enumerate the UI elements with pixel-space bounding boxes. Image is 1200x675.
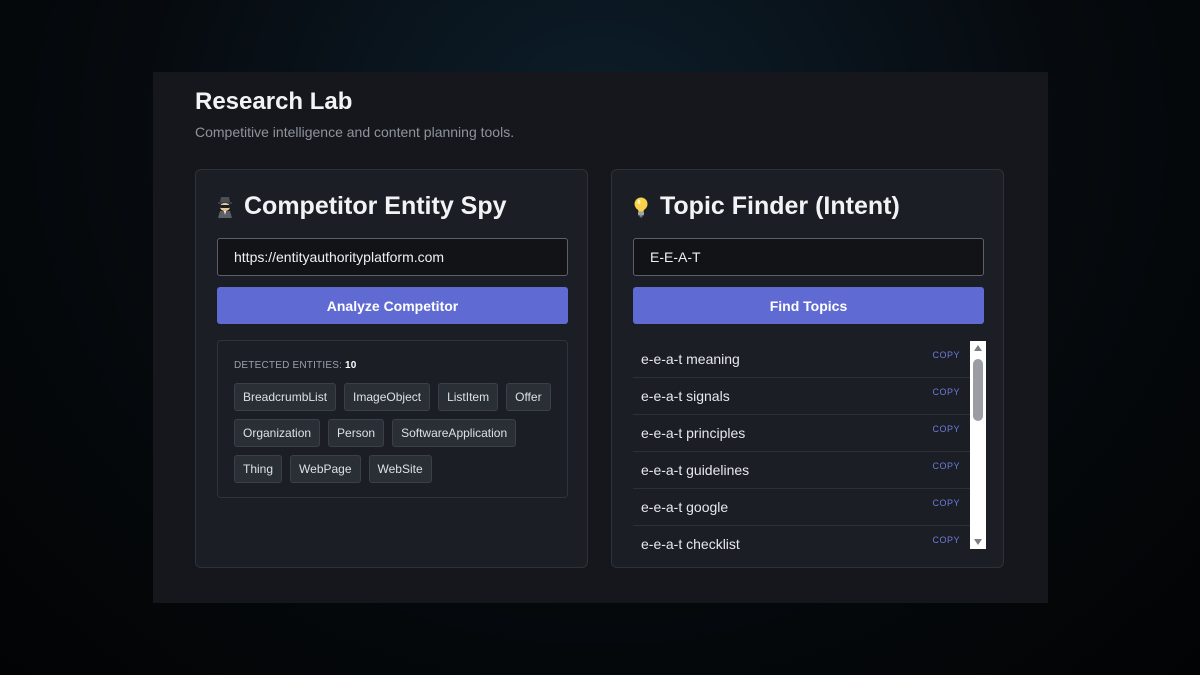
topic-query-input[interactable] bbox=[633, 238, 984, 276]
entity-tag: WebPage bbox=[290, 455, 361, 483]
scroll-down-arrow-icon[interactable] bbox=[974, 539, 982, 545]
copy-button[interactable]: COPY bbox=[932, 461, 960, 471]
entity-tag: BreadcrumbList bbox=[234, 383, 337, 411]
card-title-topic-finder: Topic Finder (Intent) bbox=[632, 192, 900, 221]
copy-button[interactable]: COPY bbox=[932, 387, 960, 397]
topic-text: e-e-a-t google bbox=[641, 499, 729, 515]
topic-row: e-e-a-t principles COPY bbox=[633, 415, 970, 452]
topic-text: e-e-a-t signals bbox=[641, 388, 730, 404]
competitor-entity-spy-card: Competitor Entity Spy Analyze Competitor… bbox=[195, 169, 588, 568]
detected-entities-header: DETECTED ENTITIES: 10 bbox=[234, 360, 357, 371]
detected-entities-count: 10 bbox=[345, 360, 357, 371]
entity-tag-list: BreadcrumbList ImageObject ListItem Offe… bbox=[234, 383, 554, 483]
topic-text: e-e-a-t principles bbox=[641, 425, 746, 441]
topic-row: e-e-a-t guidelines COPY bbox=[633, 452, 970, 489]
topic-results-list[interactable]: e-e-a-t meaning COPY e-e-a-t signals COP… bbox=[633, 341, 986, 549]
entity-tag: SoftwareApplication bbox=[392, 419, 517, 447]
topic-row: e-e-a-t checklist COPY bbox=[633, 526, 970, 549]
card-title-topic-finder-text: Topic Finder (Intent) bbox=[660, 192, 900, 220]
detected-entities-label: DETECTED ENTITIES: bbox=[234, 360, 343, 371]
detected-entities-panel: DETECTED ENTITIES: 10 BreadcrumbList Ima… bbox=[217, 340, 568, 498]
lightbulb-icon bbox=[634, 197, 648, 217]
card-title-competitor: Competitor Entity Spy bbox=[216, 192, 507, 221]
page-subtitle: Competitive intelligence and content pla… bbox=[195, 124, 515, 140]
topic-list-scrollbar[interactable] bbox=[970, 341, 986, 549]
spy-icon bbox=[218, 196, 232, 218]
copy-button[interactable]: COPY bbox=[932, 350, 960, 360]
topic-row: e-e-a-t signals COPY bbox=[633, 378, 970, 415]
analyze-competitor-button[interactable]: Analyze Competitor bbox=[217, 287, 568, 324]
card-title-competitor-text: Competitor Entity Spy bbox=[244, 192, 507, 220]
entity-tag: Offer bbox=[506, 383, 551, 411]
scroll-thumb[interactable] bbox=[973, 359, 983, 421]
competitor-url-input[interactable] bbox=[217, 238, 568, 276]
topic-text: e-e-a-t meaning bbox=[641, 351, 740, 367]
topic-results-content: e-e-a-t meaning COPY e-e-a-t signals COP… bbox=[633, 341, 970, 549]
copy-button[interactable]: COPY bbox=[932, 498, 960, 508]
topic-row: e-e-a-t meaning COPY bbox=[633, 341, 970, 378]
entity-tag: WebSite bbox=[368, 455, 432, 483]
copy-button[interactable]: COPY bbox=[932, 535, 960, 545]
copy-button[interactable]: COPY bbox=[932, 424, 960, 434]
scroll-up-arrow-icon[interactable] bbox=[974, 345, 982, 351]
topic-text: e-e-a-t guidelines bbox=[641, 462, 750, 478]
topic-text: e-e-a-t checklist bbox=[641, 536, 740, 549]
topic-finder-card: Topic Finder (Intent) Find Topics e-e-a-… bbox=[611, 169, 1004, 568]
research-lab-panel: Research Lab Competitive intelligence an… bbox=[153, 72, 1048, 603]
page-title: Research Lab bbox=[195, 88, 353, 115]
entity-tag: ListItem bbox=[438, 383, 499, 411]
entity-tag: ImageObject bbox=[344, 383, 431, 411]
find-topics-button[interactable]: Find Topics bbox=[633, 287, 984, 324]
entity-tag: Thing bbox=[234, 455, 283, 483]
topic-row: e-e-a-t google COPY bbox=[633, 489, 970, 526]
entity-tag: Organization bbox=[234, 419, 321, 447]
entity-tag: Person bbox=[328, 419, 385, 447]
